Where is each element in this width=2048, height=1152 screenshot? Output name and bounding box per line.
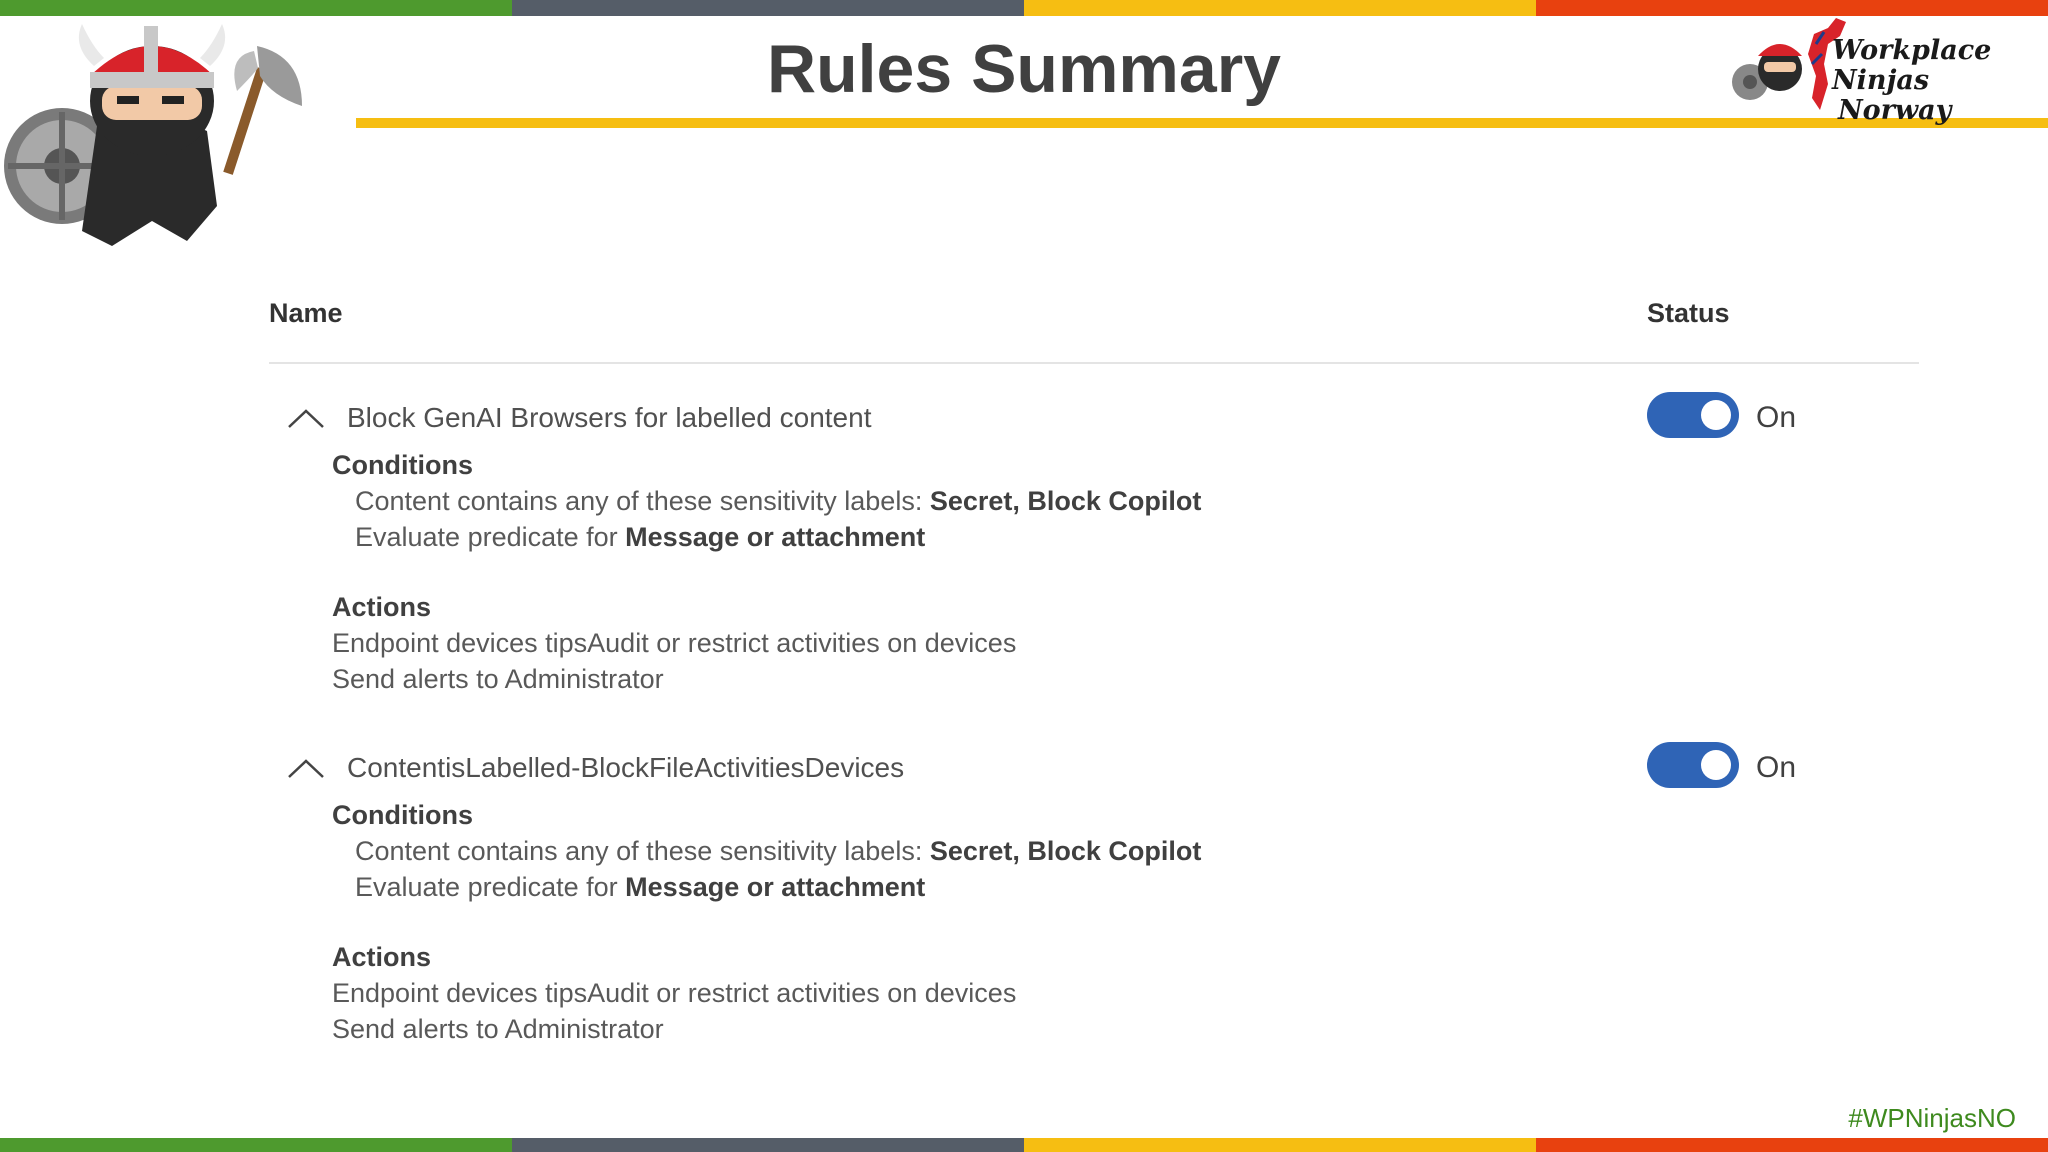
status-label: On	[1756, 751, 1797, 784]
action-item: Send alerts to Administrator	[332, 1014, 664, 1044]
action-item: Endpoint devices tipsAudit or restrict a…	[332, 978, 1017, 1008]
conditions-heading: Conditions	[332, 450, 473, 480]
rule-header[interactable]: ContentisLabelled-BlockFileActivitiesDev…	[285, 746, 904, 790]
column-header-name[interactable]: Name	[269, 298, 343, 329]
action-item: Send alerts to Administrator	[332, 664, 664, 694]
header-divider	[269, 362, 1919, 364]
condition-text: Evaluate predicate for	[355, 872, 626, 902]
status-label: On	[1756, 401, 1797, 434]
rule-name: Block GenAI Browsers for labelled conten…	[347, 402, 872, 433]
action-item: Endpoint devices tipsAudit or restrict a…	[332, 628, 1017, 658]
status-toggle[interactable]	[1647, 392, 1739, 438]
condition-text: Content contains any of these sensitivit…	[355, 836, 930, 866]
column-header-status[interactable]: Status	[1647, 298, 1730, 329]
conditions-heading: Conditions	[332, 800, 473, 830]
rule-name: ContentisLabelled-BlockFileActivitiesDev…	[347, 752, 905, 783]
condition-predicate: Evaluate predicate for Message or attach…	[355, 522, 925, 553]
brand-line-1: Workplace Ninjas	[1832, 35, 1992, 96]
rule-header[interactable]: Block GenAI Browsers for labelled conten…	[285, 396, 871, 440]
actions-heading: Actions	[332, 592, 432, 622]
status-toggle[interactable]	[1647, 742, 1739, 788]
condition-labels: Content contains any of these sensitivit…	[355, 836, 1201, 867]
actions-heading: Actions	[332, 942, 432, 972]
bottom-color-stripe	[0, 1138, 2048, 1152]
condition-value: Message or attachment	[625, 872, 926, 902]
hashtag: #WPNinjasNO	[1848, 1103, 2016, 1133]
condition-value: Secret, Block Copilot	[929, 836, 1202, 866]
brand-wordmark: Workplace Ninjas Norway	[1832, 36, 2042, 126]
condition-text: Content contains any of these sensitivit…	[355, 486, 930, 516]
chevron-up-icon[interactable]	[285, 403, 327, 433]
chevron-up-icon[interactable]	[285, 753, 327, 783]
toggle-knob	[1701, 750, 1731, 780]
condition-predicate: Evaluate predicate for Message or attach…	[355, 872, 925, 903]
condition-text: Evaluate predicate for	[355, 522, 626, 552]
brand-line-2: Norway	[1838, 95, 1952, 126]
condition-labels: Content contains any of these sensitivit…	[355, 486, 1201, 517]
toggle-knob	[1701, 400, 1731, 430]
title-underline	[356, 118, 2048, 128]
condition-value: Secret, Block Copilot	[929, 486, 1202, 516]
condition-value: Message or attachment	[625, 522, 926, 552]
